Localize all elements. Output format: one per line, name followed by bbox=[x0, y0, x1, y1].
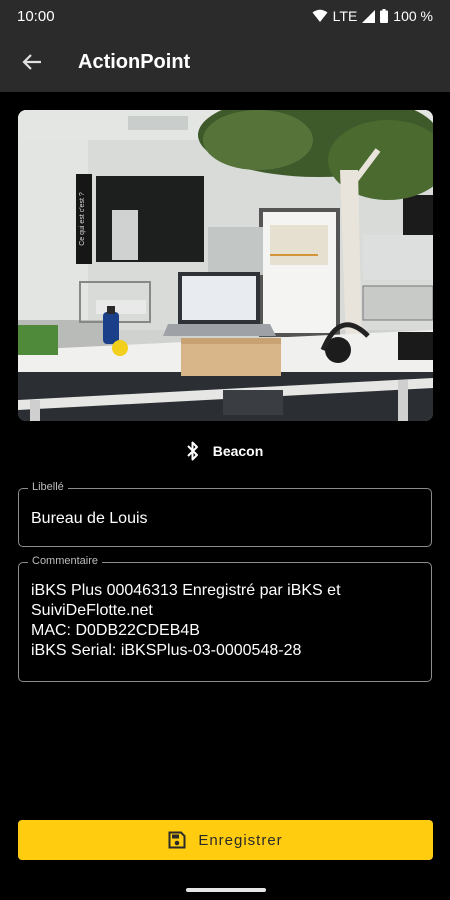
gesture-navigation-handle[interactable] bbox=[186, 888, 266, 892]
battery-level: 100 % bbox=[393, 8, 433, 24]
beacon-label: Beacon bbox=[212, 443, 264, 459]
save-button[interactable]: Enregistrer bbox=[18, 820, 433, 860]
status-time: 10:00 bbox=[17, 7, 55, 25]
signal-icon bbox=[362, 9, 376, 23]
wifi-icon bbox=[312, 9, 328, 22]
arrow-back-icon bbox=[22, 54, 41, 70]
status-icons: LTE 100 % bbox=[312, 8, 433, 24]
page-title: ActionPoint bbox=[78, 50, 191, 73]
beacon-type: Beacon bbox=[0, 436, 450, 466]
action-point-photo: Ce qui est c'est ? bbox=[18, 110, 433, 421]
bluetooth-icon bbox=[186, 441, 198, 461]
poster-text: Ce qui est c'est ? bbox=[79, 192, 86, 246]
commentaire-label: Commentaire bbox=[28, 555, 103, 567]
commentaire-input[interactable]: iBKS Plus 00046313 Enregistré par iBKS e… bbox=[19, 563, 431, 661]
save-label: Enregistrer bbox=[198, 831, 283, 849]
back-button[interactable] bbox=[0, 32, 64, 92]
save-icon bbox=[168, 831, 186, 849]
network-type: LTE bbox=[332, 8, 358, 24]
libelle-label: Libellé bbox=[28, 481, 68, 493]
libelle-input[interactable]: Bureau de Louis bbox=[19, 489, 431, 529]
commentaire-field[interactable]: Commentaire iBKS Plus 00046313 Enregistr… bbox=[18, 555, 432, 682]
office-photo-illustration: Ce qui est c'est ? bbox=[18, 110, 433, 421]
battery-icon bbox=[380, 9, 389, 23]
app-bar: ActionPoint bbox=[0, 32, 450, 92]
status-bar: 10:00 LTE 100 % bbox=[0, 0, 450, 32]
libelle-field[interactable]: Libellé Bureau de Louis bbox=[18, 481, 432, 547]
